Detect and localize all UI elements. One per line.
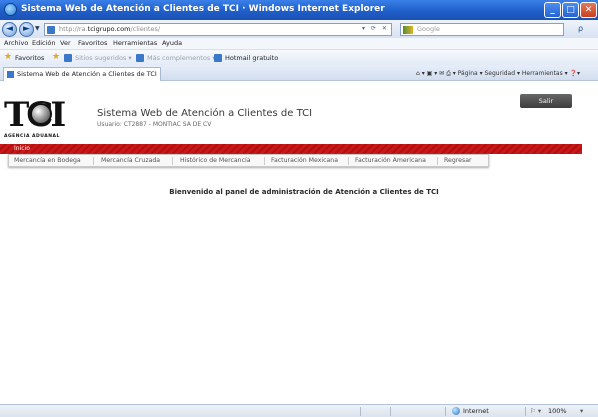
menu-mercancia-bodega[interactable]: Mercancía en Bodega: [14, 157, 81, 164]
tab-label: Sistema Web de Atención a Clientes de TC…: [17, 70, 157, 78]
page-icon: [47, 26, 55, 34]
window-title: Sistema Web de Atención a Clientes de TC…: [21, 4, 385, 14]
favorites-bar: ★ Favoritos ★ Sitios sugeridos ▾ Más com…: [0, 50, 598, 65]
menu-ayuda[interactable]: Ayuda: [162, 39, 182, 47]
logout-button[interactable]: Salir: [520, 94, 572, 108]
sub-menu: Mercancía en Bodega Mercancía Cruzada Hi…: [8, 154, 489, 167]
tci-logo: TCI AGENCIA ADUANAL: [4, 98, 66, 140]
menu-facturacion-americana[interactable]: Facturación Americana: [355, 157, 426, 164]
menu-mercancia-cruzada[interactable]: Mercancía Cruzada: [101, 157, 160, 164]
url-prefix: http://ra.: [59, 25, 88, 33]
recent-pages-dropdown[interactable]: ▼: [35, 25, 40, 32]
command-bar[interactable]: ⌂ ▾ ▣ ▾ ✉ ⎙ ▾ Página ▾ Seguridad ▾ Herra…: [416, 70, 580, 78]
menu-regresar[interactable]: Regresar: [444, 157, 472, 164]
search-input[interactable]: Google: [400, 23, 564, 36]
menu-divider: [264, 157, 265, 165]
internet-explorer-icon: [4, 3, 17, 16]
menu-divider: [93, 157, 94, 165]
page-icon: [136, 54, 144, 62]
menu-ver[interactable]: Ver: [60, 39, 71, 47]
logo-subtitle: AGENCIA ADUANAL: [4, 134, 60, 139]
menu-archivo[interactable]: Archivo: [4, 39, 28, 47]
menu-facturacion-mexicana[interactable]: Facturación Mexicana: [271, 157, 338, 164]
favorites-star-icon: ★: [4, 52, 13, 62]
browser-tab[interactable]: Sistema Web de Atención a Clientes de TC…: [3, 67, 161, 81]
url-text[interactable]: http://ra.tcigrupo.com/clientes/: [59, 25, 160, 33]
search-placeholder: Google: [417, 25, 440, 33]
status-divider: [360, 407, 361, 416]
user-label: Usuario:: [97, 121, 122, 128]
menu-historico[interactable]: Histórico de Mercancía: [180, 157, 251, 164]
site-title: Sistema Web de Atención a Clientes de TC…: [97, 108, 313, 119]
status-divider: [445, 407, 446, 416]
address-tools[interactable]: ▾ ⟳ ✕: [362, 25, 389, 32]
globe-icon: [30, 103, 52, 125]
search-icon[interactable]: ρ: [578, 24, 583, 33]
internet-zone-icon: [452, 407, 460, 415]
url-suffix: /clientes/: [130, 25, 161, 33]
user-value: CT2887 - MONTIAC SA DE CV: [123, 121, 212, 128]
nav-inicio[interactable]: Inicio: [14, 145, 30, 152]
search-provider-icon: [403, 26, 413, 34]
menu-divider: [437, 157, 438, 165]
fav-hotmail[interactable]: Hotmail gratuito: [225, 54, 278, 62]
welcome-message: Bienvenido al panel de administración de…: [169, 188, 439, 196]
menu-edicion[interactable]: Edición: [32, 39, 56, 47]
page-icon: [7, 71, 14, 78]
menu-bar: Archivo Edición Ver Favoritos Herramient…: [0, 38, 598, 50]
status-divider: [525, 407, 526, 416]
fav-sitios-sugeridos[interactable]: Sitios sugeridos ▾: [75, 54, 132, 62]
back-button[interactable]: ◄: [2, 22, 17, 37]
favorites-button[interactable]: Favoritos: [15, 54, 44, 62]
protected-mode-icon[interactable]: ⚐ ▾: [530, 407, 541, 415]
status-bar: Internet ⚐ ▾ 100% ▾: [0, 404, 598, 417]
address-field[interactable]: http://ra.tcigrupo.com/clientes/: [44, 23, 392, 36]
menu-herramientas[interactable]: Herramientas: [113, 39, 157, 47]
maximize-button[interactable]: □: [562, 2, 579, 18]
user-info: Usuario: CT2887 - MONTIAC SA DE CV: [97, 121, 211, 128]
status-divider: [390, 407, 391, 416]
menu-divider: [348, 157, 349, 165]
add-favorite-icon[interactable]: ★: [52, 52, 60, 62]
page-content: TCI AGENCIA ADUANAL Sistema Web de Atenc…: [0, 82, 598, 404]
zoom-dropdown-icon[interactable]: ▾: [580, 407, 583, 415]
window-titlebar: Sistema Web de Atención a Clientes de TC…: [0, 0, 598, 20]
security-zone[interactable]: Internet: [463, 407, 489, 415]
url-domain: tcigrupo.com: [87, 25, 131, 33]
menu-favoritos[interactable]: Favoritos: [78, 39, 107, 47]
menu-divider: [172, 157, 173, 165]
page-icon: [64, 54, 72, 62]
page-icon: [214, 54, 222, 62]
fav-mas-complementos[interactable]: Más complementos ▾: [147, 54, 216, 62]
zoom-level[interactable]: 100%: [548, 407, 567, 415]
forward-button[interactable]: ►: [19, 22, 34, 37]
address-toolbar: ◄ ► ▼ http://ra.tcigrupo.com/clientes/ ▾…: [0, 20, 598, 38]
tab-row: Sistema Web de Atención a Clientes de TC…: [0, 65, 598, 81]
close-button[interactable]: ✕: [580, 2, 597, 18]
minimize-button[interactable]: _: [544, 2, 561, 18]
main-nav-bar: Inicio: [0, 144, 582, 154]
